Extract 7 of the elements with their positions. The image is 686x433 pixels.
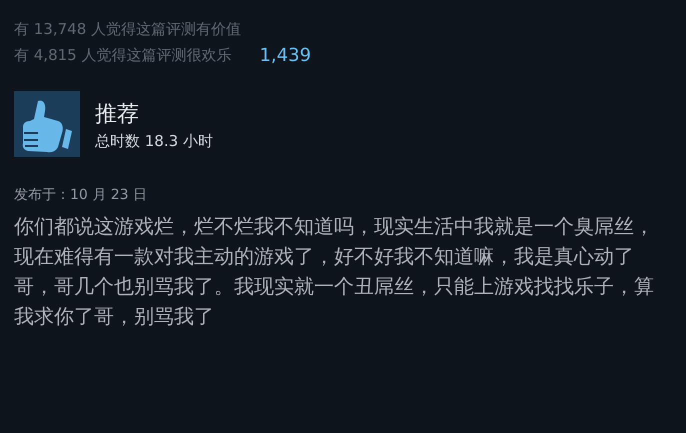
verdict-title: 推荐 (95, 101, 140, 129)
helpful-count-text: 有 13,748 人觉得这篇评测有价值 (14, 19, 242, 40)
playtime-text: 总时数 18.3 小时 (95, 131, 213, 152)
award-count: 1,439 (259, 44, 312, 66)
review-text: 你们都说这游戏烂，烂不烂我不知道吗，现实生活中我就是一个臭屌丝，现在难得有一款对我主动的游戏了，好不好我不知道嘛，我是真心动了哥，哥几个也别骂我了。我现实就一个丑屌丝，只能上游戏找找乐子，算我求你了哥，别骂我了 (14, 213, 654, 330)
funny-count-text: 有 4,815 人觉得这篇评测很欢乐 (14, 45, 232, 66)
post-date: 发布于：10 月 23 日 (14, 186, 148, 205)
